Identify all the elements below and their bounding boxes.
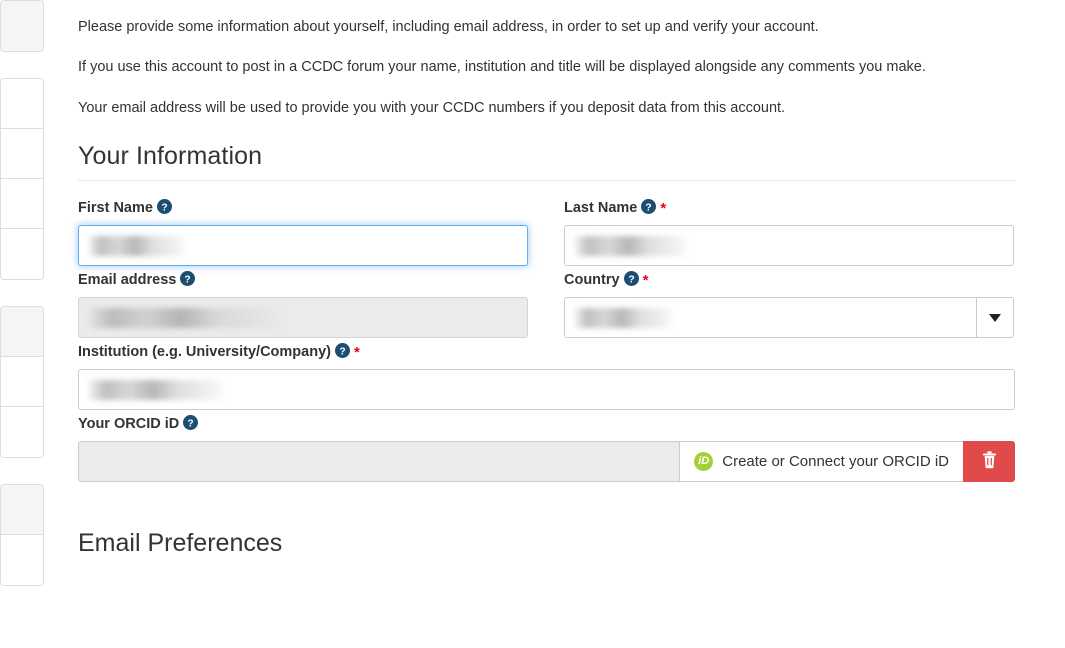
required-indicator: * [353,344,360,362]
section-divider [78,180,1015,182]
form-row-orcid: Your ORCID iD? iD Create or Connect your… [78,415,1015,482]
email-address-label-text: Email address [78,272,177,289]
email-address-label: Email address? [78,271,528,289]
sidebar-list-group-4 [0,484,44,586]
first-name-label: First Name? [78,199,528,217]
last-name-label: Last Name? * [564,199,1014,218]
required-indicator: * [660,200,667,218]
your-information-heading: Your Information [78,142,263,171]
country-select[interactable] [564,297,1014,339]
orcid-input [78,440,680,482]
account-details-page: Please provide some information about yo… [0,0,1065,648]
svg-text:?: ? [185,275,191,286]
form-row-email-country: Email address? Country? * [78,271,1015,339]
create-connect-orcid-button[interactable]: iD Create or Connect your ORCID iD [679,440,963,482]
country-label: Country? * [564,271,1014,290]
form-row-names: First Name? Last Name? * [78,199,1015,267]
redacted-value [575,236,687,257]
sidebar-item[interactable] [1,79,43,129]
sidebar-list-group-1 [0,0,44,52]
main-content: Please provide some information about yo… [78,0,1015,558]
institution-group: Institution (e.g. University/Company)? * [78,343,1015,411]
orcid-input-group: iD Create or Connect your ORCID iD [78,440,1015,482]
help-circle-icon[interactable]: ? [183,415,199,431]
last-name-label-text: Last Name [564,200,638,217]
last-name-input[interactable] [564,225,1014,267]
institution-label-text: Institution (e.g. University/Company) [78,344,331,361]
email-address-group: Email address? [78,271,528,338]
svg-text:?: ? [646,203,652,214]
required-indicator: * [642,272,649,290]
form-row-institution: Institution (e.g. University/Company)? * [78,343,1015,411]
first-name-label-text: First Name [78,200,153,217]
sidebar-list-group-2 [0,78,44,280]
svg-text:?: ? [161,203,167,214]
intro-paragraph-1: Please provide some information about yo… [78,19,819,35]
svg-text:?: ? [188,419,194,430]
redacted-value [575,308,673,329]
institution-label: Institution (e.g. University/Company)? * [78,343,1015,362]
help-circle-icon[interactable]: ? [623,271,639,287]
orcid-label-text: Your ORCID iD [78,416,180,433]
svg-text:?: ? [628,275,634,286]
intro-paragraph-3: Your email address will be used to provi… [78,99,786,116]
redacted-value [89,380,223,401]
sidebar-item[interactable] [1,307,43,357]
chevron-down-icon[interactable] [976,298,1013,338]
country-group: Country? * [564,271,1014,339]
orcid-label: Your ORCID iD? [78,415,1015,433]
create-connect-orcid-label: Create or Connect your ORCID iD [722,452,949,470]
sidebar-item[interactable] [1,535,43,585]
help-circle-icon[interactable]: ? [334,343,350,359]
country-label-text: Country [564,272,620,289]
redacted-value [89,307,281,328]
sidebar-item[interactable] [1,1,43,51]
sidebar [0,0,44,648]
sidebar-item[interactable] [1,357,43,407]
last-name-group: Last Name? * [564,199,1014,267]
help-circle-icon[interactable]: ? [156,199,172,215]
help-circle-icon[interactable]: ? [180,271,196,287]
email-address-input [78,296,528,338]
sidebar-item[interactable] [1,179,43,229]
sidebar-list-group-3 [0,306,44,458]
email-preferences-heading: Email Preferences [78,528,283,557]
delete-orcid-button[interactable] [963,440,1015,482]
institution-input[interactable] [78,369,1015,411]
orcid-id-icon: iD [694,451,714,471]
first-name-group: First Name? [78,199,528,266]
sidebar-item[interactable] [1,485,43,535]
first-name-input[interactable] [78,224,528,266]
help-circle-icon[interactable]: ? [641,199,657,215]
sidebar-item[interactable] [1,129,43,179]
sidebar-item[interactable] [1,407,43,457]
orcid-group: Your ORCID iD? iD Create or Connect your… [78,415,1015,482]
sidebar-item[interactable] [1,229,43,279]
svg-text:?: ? [339,347,345,358]
redacted-value [89,235,185,256]
trash-icon [981,450,998,472]
intro-paragraph-2: If you use this account to post in a CCD… [78,59,926,76]
